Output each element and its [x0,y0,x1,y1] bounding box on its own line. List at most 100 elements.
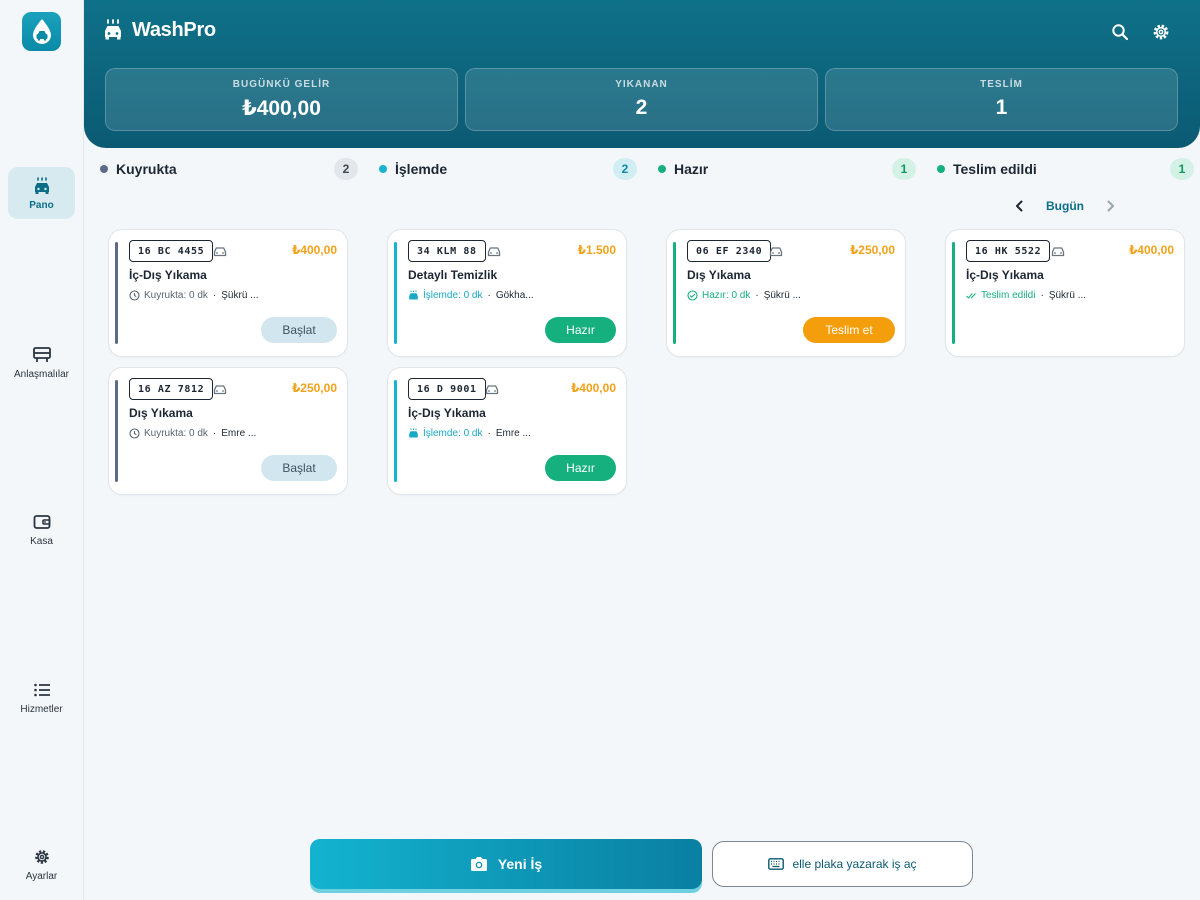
staff-name: Emre ... [221,427,257,439]
column-title: İşlemde [395,161,448,177]
job-price: ₺400,00 [570,381,616,395]
start-button[interactable]: Başlat [261,317,337,343]
column-header-queued: Kuyrukta 2 [100,158,358,180]
sidebar: Pano Anlaşmalılar Kasa Hizmetler Ayarlar [0,0,84,900]
deliver-button[interactable]: Teslim et [803,317,895,343]
service-name: İç-Dış Yıkama [129,268,207,282]
job-card[interactable]: 16 AZ 7812 ₺250,00 Dış Yıkama Kuyrukta: … [108,367,348,495]
settings-button[interactable] [1149,20,1173,44]
search-icon [1112,24,1129,41]
car-icon [485,385,499,395]
license-plate: 16 HK 5522 [966,240,1051,262]
ready-button[interactable]: Hazır [545,317,616,343]
app-logo[interactable] [22,12,61,51]
stat-delivered: TESLİM 1 [825,68,1178,131]
manual-plate-button[interactable]: elle plaka yazarak iş aç [712,841,973,887]
staff-name: Şükrü ... [221,289,259,301]
check-circle-icon [687,289,698,301]
new-job-button[interactable]: Yeni İş [310,839,702,889]
new-job-label: Yeni İş [497,856,543,872]
separator: · [487,289,491,301]
previous-day-button[interactable] [1010,197,1028,215]
status-duration: İşlemde: 0 dk [423,427,483,439]
search-button[interactable] [1108,20,1132,44]
stat-label: YIKANAN [615,79,668,90]
brand: WashPro [102,18,216,42]
stat-label: TESLİM [980,79,1023,90]
status-duration: Teslim edildi [981,289,1036,301]
job-meta: Hazır: 0 dk · Şükrü ... [687,288,801,302]
sidebar-item-ayarlar[interactable]: Ayarlar [8,838,75,890]
staff-name: Emre ... [495,427,531,439]
separator: · [755,289,759,301]
start-button[interactable]: Başlat [261,455,337,481]
car-icon [769,247,783,257]
job-card[interactable]: 34 KLM 88 ₺1.500 Detaylı Temizlik İşlemd… [387,229,627,357]
date-label: Bugün [1046,199,1084,213]
job-price: ₺400,00 [1128,243,1174,257]
contract-icon [32,345,52,365]
job-price: ₺250,00 [291,381,337,395]
status-bar [952,242,955,344]
job-card[interactable]: 06 EF 2340 ₺250,00 Dış Yıkama Hazır: 0 d… [666,229,906,357]
job-card[interactable]: 16 D 9001 ₺400,00 İç-Dış Yıkama İşlemde:… [387,367,627,495]
job-meta: İşlemde: 0 dk · Gökha... [408,288,534,302]
staff-name: Gökha... [495,289,534,301]
status-bar [394,380,397,482]
job-card[interactable]: 16 BC 4455 ₺400,00 İç-Dış Yıkama Kuyrukt… [108,229,348,357]
job-price: ₺400,00 [291,243,337,257]
job-meta: İşlemde: 0 dk · Emre ... [408,426,531,440]
car-wash-icon [408,428,419,439]
clock-icon [129,289,140,301]
double-check-icon [966,290,977,301]
list-icon [32,680,52,700]
water-drop-car-icon [32,18,51,44]
job-card[interactable]: 16 HK 5522 ₺400,00 İç-Dış Yıkama Teslim … [945,229,1185,357]
staff-name: Şükrü ... [1048,289,1087,301]
header: WashPro BUGÜNKÜ GELİR ₺400,00 YIKANAN 2 … [84,0,1200,148]
status-dot [658,165,666,173]
service-name: Detaylı Temizlik [408,268,498,282]
status-bar [673,242,676,344]
date-navigator: Bugün [1010,196,1120,216]
separator: · [212,427,217,439]
stat-value: ₺400,00 [242,97,321,120]
license-plate: 06 EF 2340 [687,240,772,262]
column-count-badge: 1 [892,158,916,180]
chevron-left-icon [1016,200,1023,212]
status-duration: Kuyrukta: 0 dk [144,427,208,439]
car-icon [213,247,227,257]
column-header-ready: Hazır 1 [658,158,916,180]
car-wash-icon [105,19,121,40]
next-day-button[interactable] [1102,197,1120,215]
gear-icon [32,847,52,867]
ready-button[interactable]: Hazır [545,455,616,481]
column-title: Hazır [674,161,709,177]
stat-revenue: BUGÜNKÜ GELİR ₺400,00 [105,68,458,131]
service-name: İç-Dış Yıkama [966,268,1044,282]
camera-icon [470,857,487,871]
status-dot [937,165,945,173]
stat-value: 1 [995,96,1008,119]
manual-plate-label: elle plaka yazarak iş aç [792,857,917,871]
sidebar-item-label: Ayarlar [25,870,58,882]
clock-icon [129,427,140,439]
service-name: Dış Yıkama [687,268,751,282]
keyboard-icon [768,858,785,870]
sidebar-item-hizmetler[interactable]: Hizmetler [8,671,75,723]
stat-value: 2 [635,96,648,119]
app-title: WashPro [132,18,216,41]
job-meta: Teslim edildi · Şükrü ... [966,288,1086,302]
sidebar-item-label: Kasa [30,535,53,547]
job-price: ₺250,00 [849,243,895,257]
sidebar-item-kasa[interactable]: Kasa [8,503,75,555]
sidebar-item-label: Pano [29,199,54,211]
staff-name: Şükrü ... [763,289,801,301]
sidebar-item-anlasmalilar[interactable]: Anlaşmalılar [8,336,75,388]
license-plate: 16 BC 4455 [129,240,214,262]
sidebar-item-pano[interactable]: Pano [8,167,75,219]
license-plate: 34 KLM 88 [408,240,486,262]
job-meta: Kuyrukta: 0 dk · Şükrü ... [129,288,259,302]
column-title: Kuyrukta [116,161,177,177]
column-title: Teslim edildi [953,161,1037,177]
